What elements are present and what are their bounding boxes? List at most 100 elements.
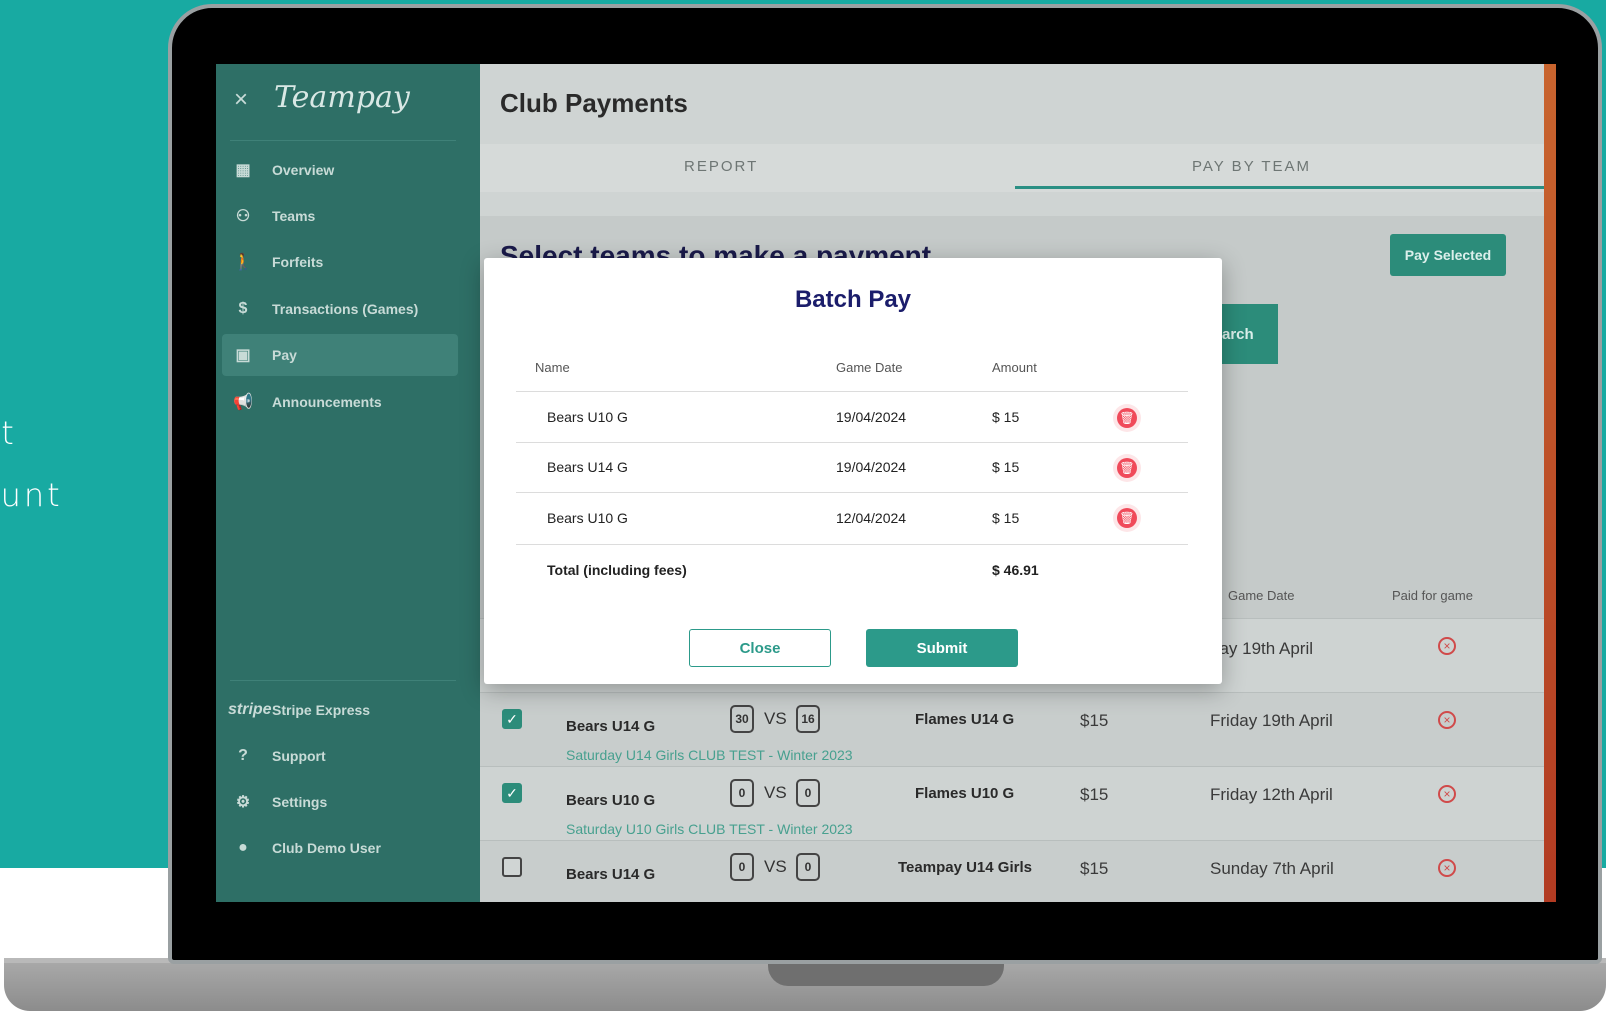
page-title: Club Payments [500, 88, 688, 118]
home-score: 0 [730, 779, 754, 807]
away-score: 16 [796, 705, 820, 733]
close-button[interactable]: Close [689, 629, 831, 667]
row-competition: Saturday U10 Girls CLUB TEST - Winter 20… [566, 821, 853, 837]
table-row[interactable]: Bears U14 G 0 VS 0 Teampay U14 Girls $15… [480, 840, 1544, 902]
sidebar-item-label: Club Demo User [272, 840, 381, 856]
dialog-title: Batch Pay [794, 286, 912, 313]
header-name: Name [535, 360, 570, 375]
screen-edge [1544, 64, 1556, 902]
delete-button[interactable]: 🗑 [1113, 454, 1141, 482]
item-name: Bears U10 G [547, 409, 628, 425]
row-team: Bears U14 G [566, 718, 656, 735]
batch-pay-dialog: Batch Pay Name Game Date Amount Bears U1… [484, 258, 1222, 684]
pay-selected-button[interactable]: Pay Selected [1390, 234, 1506, 276]
item-amount: $ 15 [992, 459, 1020, 475]
teampay-logo[interactable]: Teampay [274, 80, 410, 115]
away-score: 0 [796, 779, 820, 807]
unpaid-icon: × [1438, 785, 1456, 803]
active-tab-indicator [1015, 186, 1544, 189]
sidebar-item-label: Forfeits [272, 254, 324, 270]
sidebar-item-overview[interactable]: ▦ Overview [222, 149, 458, 191]
divider [516, 492, 1188, 493]
tab-report[interactable]: REPORT [684, 158, 758, 175]
sidebar-item-label: Stripe Express [272, 702, 371, 718]
sidebar-item-forfeits[interactable]: 🚶 Forfeits [222, 241, 458, 283]
row-checkbox[interactable]: ✓ [502, 783, 522, 803]
user-icon: ● [238, 839, 248, 856]
side-caption-line-1: nt [0, 414, 17, 452]
trash-icon: 🗑 [1117, 508, 1137, 528]
sidebar-item-user[interactable]: ● Club Demo User [222, 827, 458, 869]
megaphone-icon: 📢 [233, 394, 253, 411]
home-score: 0 [730, 853, 754, 881]
sidebar: × Teampay ▦ Overview ⚇ Teams 🚶 Forfeits … [216, 64, 480, 902]
item-date: 19/04/2024 [836, 459, 907, 475]
sidebar-item-stripe-express[interactable]: stripe Stripe Express [222, 689, 458, 731]
unpaid-icon: × [1438, 637, 1456, 655]
total-value: $ 46.91 [992, 562, 1039, 578]
search-button[interactable]: arch [1216, 304, 1278, 364]
row-team: Bears U14 G [566, 866, 656, 883]
submit-button[interactable]: Submit [866, 629, 1018, 667]
row-competition: Saturday U14 Girls CLUB TEST - Winter 20… [566, 747, 853, 763]
stripe-icon: stripe [228, 701, 272, 718]
trash-icon: 🗑 [1117, 408, 1137, 428]
sidebar-item-label: Support [272, 748, 326, 764]
row-opponent: Teampay U14 Girls [898, 859, 1032, 876]
item-name: Bears U10 G [547, 510, 628, 526]
row-opponent: Flames U10 G [915, 785, 1015, 802]
delete-button[interactable]: 🗑 [1113, 504, 1141, 532]
sidebar-item-announcements[interactable]: 📢 Announcements [222, 381, 458, 423]
divider [516, 544, 1188, 545]
tab-bar: REPORT PAY BY TEAM [480, 144, 1544, 192]
sidebar-item-settings[interactable]: ⚙ Settings [222, 781, 458, 823]
home-score: 30 [730, 705, 754, 733]
total-label: Total (including fees) [547, 562, 687, 578]
sidebar-item-teams[interactable]: ⚇ Teams [222, 195, 458, 237]
dashboard-icon: ▦ [235, 162, 251, 179]
header-game-date: Game Date [836, 360, 903, 375]
dollar-icon: $ [238, 300, 248, 317]
help-icon: ? [238, 747, 248, 764]
sidebar-header: × Teampay [216, 64, 480, 144]
header-amount: Amount [992, 360, 1037, 375]
sidebar-item-label: Transactions (Games) [272, 301, 419, 317]
sidebar-item-label: Announcements [272, 394, 382, 410]
teams-icon: ⚇ [235, 208, 251, 225]
sidebar-item-pay[interactable]: ▣ Pay [222, 334, 458, 376]
item-date: 19/04/2024 [836, 409, 907, 425]
table-row[interactable]: ✓ Bears U10 G 0 VS 0 Flames U10 G $15 Fr… [480, 766, 1544, 841]
vs-label: VS [764, 857, 787, 876]
row-opponent: Flames U14 G [915, 711, 1015, 728]
unpaid-icon: × [1438, 711, 1456, 729]
row-date: Friday 12th April [1210, 785, 1333, 804]
column-header-paid: Paid for game [1392, 588, 1473, 603]
row-checkbox[interactable] [502, 857, 522, 877]
row-date: day 19th April [1210, 639, 1314, 658]
pay-icon: ▣ [235, 347, 251, 364]
item-amount: $ 15 [992, 510, 1020, 526]
item-date: 12/04/2024 [836, 510, 907, 526]
sidebar-item-transactions[interactable]: $ Transactions (Games) [222, 288, 458, 330]
sidebar-item-label: Settings [272, 794, 328, 810]
sidebar-item-label: Overview [272, 162, 335, 178]
forfeit-icon: 🚶 [233, 254, 253, 271]
away-score: 0 [796, 853, 820, 881]
sidebar-item-support[interactable]: ? Support [222, 735, 458, 777]
gear-icon: ⚙ [235, 794, 251, 811]
delete-button[interactable]: 🗑 [1113, 404, 1141, 432]
vs-label: VS [764, 783, 787, 802]
row-date: Friday 19th April [1210, 711, 1333, 730]
unpaid-icon: × [1438, 859, 1456, 877]
column-header-game-date: Game Date [1228, 588, 1295, 603]
close-icon[interactable]: × [234, 86, 248, 114]
row-checkbox[interactable]: ✓ [502, 709, 522, 729]
row-amount: $15 [1080, 711, 1109, 730]
divider [516, 391, 1188, 392]
table-row[interactable]: ✓ Bears U14 G 30 VS 16 Flames U14 G $15 … [480, 692, 1544, 767]
item-name: Bears U14 G [547, 459, 628, 475]
tab-pay-by-team[interactable]: PAY BY TEAM [1192, 158, 1311, 175]
row-amount: $15 [1080, 859, 1109, 878]
sidebar-divider [230, 140, 456, 141]
row-amount: $15 [1080, 785, 1109, 804]
